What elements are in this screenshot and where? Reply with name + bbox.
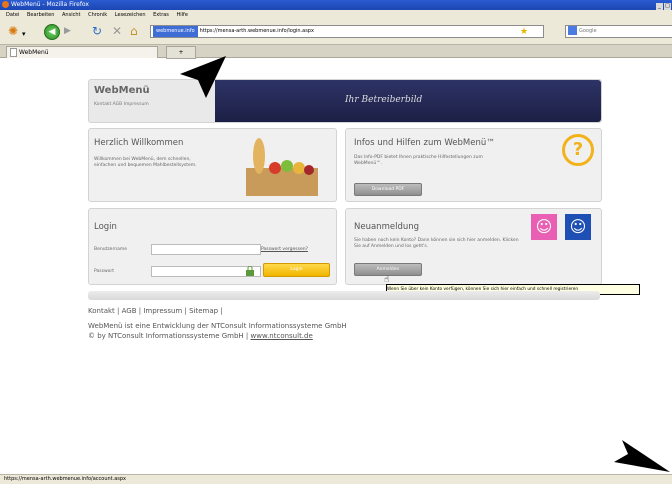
header-link-impressum[interactable]: Impressum <box>124 102 149 107</box>
info-text: Das Info-PDF bietet Ihnen praktische Hil… <box>354 155 483 166</box>
window-title-bar: WebMenü - Mozilla Firefox _ □ <box>0 0 672 10</box>
navigation-toolbar: ✺ ▾ ◀ ▶ ↻ ✕ ⌂ webmenue.info https://mensa… <box>0 20 672 45</box>
download-pdf-button[interactable]: Download PDF <box>354 183 422 196</box>
menu-lesezeichen[interactable]: Lesezeichen <box>115 12 146 18</box>
menu-extras[interactable]: Extras <box>153 12 169 18</box>
footer-credit: WebMenü ist eine Entwicklung der NTConsu… <box>88 322 347 330</box>
menu-hilfe[interactable]: Hilfe <box>177 12 188 18</box>
header-link-kontakt[interactable]: Kontakt <box>94 102 111 107</box>
home-icon[interactable]: ⌂ <box>130 24 138 38</box>
header-links: Kontakt AGB Impressum <box>94 102 149 107</box>
lock-icon <box>246 266 254 276</box>
register-title: Neuanmeldung <box>354 222 420 232</box>
login-button[interactable]: Login <box>263 263 330 277</box>
annotation-arrow-corner-icon <box>614 440 670 472</box>
footer-link-impressum[interactable]: Impressum <box>143 307 182 315</box>
footer-copyright-text: © by NTConsult Informationssysteme GmbH … <box>88 332 249 340</box>
tab-strip: WebMenü + <box>0 45 672 59</box>
stop-icon[interactable]: ✕ <box>112 24 122 38</box>
site-identity-label[interactable]: webmenue.info <box>153 26 198 37</box>
status-url: https://mensa-arth.webmenue.info/account… <box>4 476 127 482</box>
page-icon <box>10 48 17 57</box>
password-label: Passwort <box>94 269 115 274</box>
forward-button[interactable]: ▶ <box>64 24 71 38</box>
username-input[interactable] <box>151 244 261 255</box>
reload-icon[interactable]: ↻ <box>92 24 102 38</box>
addon-icon[interactable]: ✺ <box>8 24 18 38</box>
login-title: Login <box>94 222 117 232</box>
annotation-arrow-icon <box>180 56 226 98</box>
menu-bearbeiten[interactable]: Bearbeiten <box>27 12 54 18</box>
ntconsult-link[interactable]: www.ntconsult.de <box>251 332 313 340</box>
blue-smiley-icon: ☺ <box>565 214 591 240</box>
back-button[interactable]: ◀ <box>44 24 60 40</box>
google-icon[interactable] <box>568 26 577 35</box>
url-text: https://mensa-arth.webmenue.info/login.a… <box>199 28 314 34</box>
login-panel: Login Benutzername Passwort vergessen? P… <box>88 208 337 285</box>
register-text: Sie haben noch kein Konto? Dann können s… <box>354 238 519 249</box>
brand-logo: WebMenü <box>94 85 150 96</box>
footer-link-agb[interactable]: AGB <box>122 307 137 315</box>
menu-chronik[interactable]: Chronik <box>88 12 107 18</box>
register-panel: Neuanmeldung Sie haben noch kein Konto? … <box>345 208 602 285</box>
footer-link-kontakt[interactable]: Kontakt <box>88 307 115 315</box>
header-link-agb[interactable]: AGB <box>113 102 123 107</box>
info-title: Infos und Hilfen zum WebMenü™ <box>354 138 495 148</box>
pink-smiley-icon: ☺ <box>531 214 557 240</box>
tab-webmenu[interactable]: WebMenü <box>6 46 158 58</box>
menu-bar: Datei Bearbeiten Ansicht Chronik Lesezei… <box>0 10 672 20</box>
window-title: WebMenü - Mozilla Firefox <box>11 1 89 8</box>
footer-bar <box>88 291 600 300</box>
footer-copyright: © by NTConsult Informationssysteme GmbH … <box>88 332 313 340</box>
header-panel: WebMenü Kontakt AGB Impressum Ihr Betrei… <box>88 79 602 123</box>
welcome-title: Herzlich Willkommen <box>94 138 184 148</box>
search-bar[interactable]: Google <box>565 25 672 38</box>
footer-link-sitemap[interactable]: Sitemap <box>189 307 218 315</box>
welcome-text: Willkommen bei WebMenü, dem schnellen, e… <box>94 157 197 168</box>
welcome-panel: Herzlich Willkommen Willkommen bei WebMe… <box>88 128 337 202</box>
banner-tagline: Ihr Betreiberbild <box>345 95 423 105</box>
username-label: Benutzername <box>94 247 127 252</box>
firefox-icon <box>2 1 9 8</box>
minimize-button[interactable]: _ <box>656 3 663 10</box>
maximize-button[interactable]: □ <box>664 3 671 10</box>
grocery-bag-image <box>246 138 318 196</box>
forgot-password-link[interactable]: Passwort vergessen? <box>261 247 308 252</box>
tab-label: WebMenü <box>19 49 49 56</box>
address-bar[interactable]: webmenue.info https://mensa-arth.webmenue… <box>150 25 544 38</box>
menu-ansicht[interactable]: Ansicht <box>62 12 80 18</box>
search-engine-label: Google <box>579 28 597 34</box>
info-panel: Infos und Hilfen zum WebMenü™ Das Info-P… <box>345 128 602 202</box>
operator-banner: Ihr Betreiberbild <box>215 80 601 122</box>
hand-cursor-icon: ☝ <box>384 275 390 285</box>
help-icon[interactable]: ? <box>562 134 594 166</box>
bookmark-star-icon[interactable]: ★ <box>520 25 528 39</box>
menu-datei[interactable]: Datei <box>6 12 19 18</box>
dropdown-icon[interactable]: ▾ <box>22 27 26 41</box>
footer-links: Kontakt | AGB | Impressum | Sitemap | <box>88 307 223 315</box>
